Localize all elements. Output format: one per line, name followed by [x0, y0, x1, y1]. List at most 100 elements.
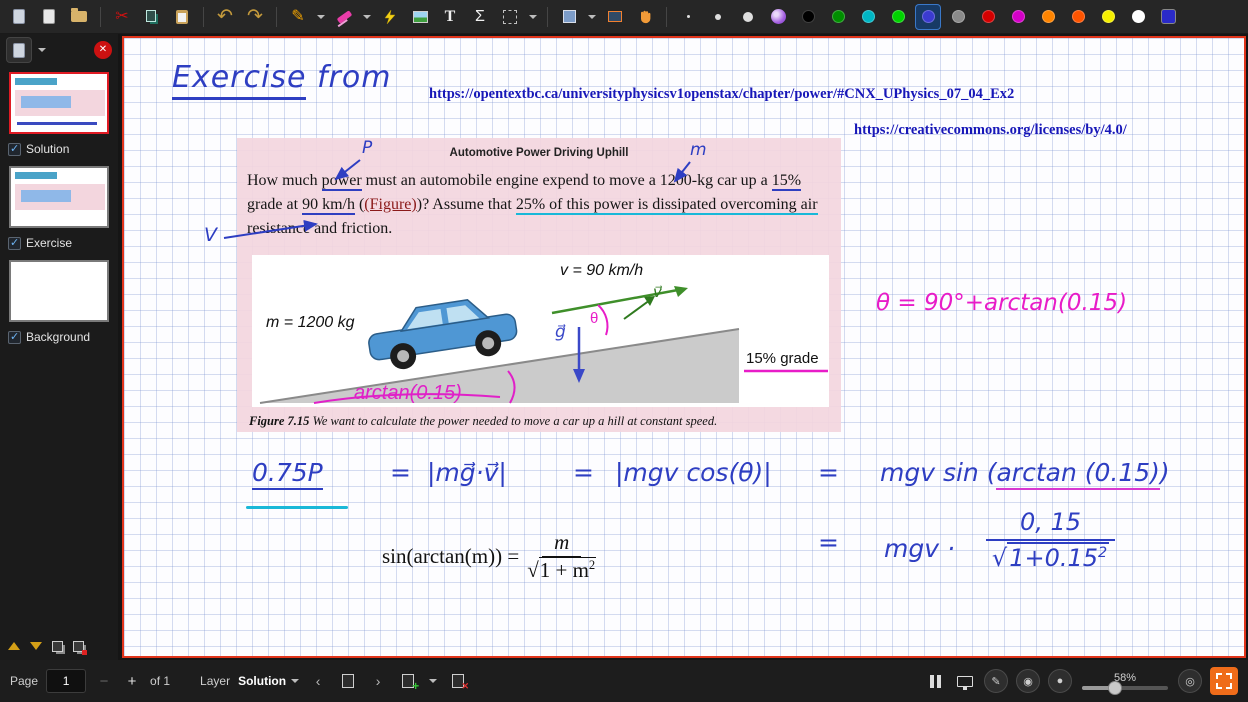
cut-button[interactable]: ✂ — [109, 4, 135, 30]
image-tool-button[interactable] — [407, 4, 433, 30]
fraction-numerator: 0, 15 — [986, 508, 1115, 541]
previous-layer-button[interactable]: ‹ — [307, 669, 329, 693]
duplicate-layer-button[interactable] — [52, 641, 63, 652]
palette-color-green[interactable] — [825, 4, 851, 30]
add-layer-button[interactable] — [397, 669, 419, 693]
pen-size-fine-button[interactable] — [675, 4, 701, 30]
tex-formula: sin(arctan(m)) = m √1 + m2 — [382, 530, 596, 583]
thumbnail-content — [21, 96, 71, 108]
custom-color-button[interactable] — [1155, 4, 1181, 30]
palette-color-orangered[interactable] — [1065, 4, 1091, 30]
quick-action-button-1[interactable]: ✎ — [984, 669, 1008, 693]
new-document-button[interactable] — [6, 4, 32, 30]
color-swatch — [982, 10, 995, 23]
shape-tool-button[interactable] — [556, 4, 582, 30]
sidebar-close-button[interactable]: ✕ — [94, 41, 112, 59]
palette-color-lightgreen[interactable] — [885, 4, 911, 30]
quick-action-button-2[interactable]: ◉ — [1016, 669, 1040, 693]
copy-button[interactable] — [139, 4, 165, 30]
math-lhs: 0.75P — [252, 458, 323, 490]
color-wheel-icon — [771, 9, 786, 24]
layer-checkbox-background[interactable] — [8, 331, 21, 344]
next-layer-button[interactable]: › — [367, 669, 389, 693]
color-swatch — [1042, 10, 1055, 23]
delete-layer-button[interactable] — [447, 669, 469, 693]
toolbar-separator — [276, 7, 277, 27]
highlighter-options-dropdown[interactable] — [361, 4, 373, 30]
pen-size-medium-button[interactable] — [705, 4, 731, 30]
new-document-icon — [13, 9, 25, 24]
presentation-mode-button[interactable] — [954, 669, 976, 693]
highlighter-tool-button[interactable] — [331, 4, 357, 30]
palette-color-yellow[interactable] — [1095, 4, 1121, 30]
palette-color-white[interactable] — [1125, 4, 1151, 30]
sidebar-mode-dropdown[interactable] — [36, 37, 48, 63]
sidebar-preview-mode-button[interactable] — [6, 37, 32, 63]
layer-selector[interactable]: Solution — [238, 674, 299, 688]
select-tool-button[interactable] — [497, 4, 523, 30]
chevron-down-icon — [317, 15, 325, 23]
sidebar: ✕ Solution Exercise — [0, 34, 118, 660]
preview-icon — [13, 43, 25, 58]
palette-color-red[interactable] — [975, 4, 1001, 30]
redo-icon: ↷ — [247, 7, 263, 26]
chevron-down-icon — [38, 48, 46, 56]
redo-button[interactable]: ↷ — [242, 4, 268, 30]
theta-equation: θ = 90°+arctan(0.15) — [876, 290, 1127, 316]
text-tool-icon: T — [445, 9, 456, 25]
layer-checkbox-exercise[interactable] — [8, 237, 21, 250]
move-layer-up-button[interactable] — [8, 636, 20, 650]
open-folder-button[interactable] — [66, 4, 92, 30]
open-document-button[interactable] — [36, 4, 62, 30]
annotation-m: m — [690, 140, 707, 160]
fraction-radicand: 1+0.15 — [1009, 544, 1098, 572]
text-tool-button[interactable]: T — [437, 4, 463, 30]
color-picker-button[interactable] — [765, 4, 791, 30]
quick-action-button-3[interactable]: ● — [1048, 669, 1072, 693]
pen-options-dropdown[interactable] — [315, 4, 327, 30]
add-layer-dropdown[interactable] — [427, 668, 439, 694]
eraser-tool-button[interactable] — [377, 4, 403, 30]
page-number-input[interactable]: 1 — [46, 669, 86, 693]
layer-doc-icon — [402, 674, 414, 688]
page-thumbnail-exercise[interactable] — [9, 166, 109, 228]
page-thumbnail-background[interactable] — [9, 260, 109, 322]
paste-button[interactable] — [169, 4, 195, 30]
palette-color-magenta[interactable] — [1005, 4, 1031, 30]
page-increment-button[interactable]: + — [122, 670, 142, 692]
palette-color-blue-selected[interactable] — [915, 4, 941, 30]
layer-checkbox-solution[interactable] — [8, 143, 21, 156]
quick-action-button-4[interactable]: ◎ — [1178, 669, 1202, 693]
app-window: ✂ ↶ ↷ ✎ T Σ — [0, 0, 1248, 702]
layer-row-solution: Solution — [0, 138, 118, 160]
dual-page-view-button[interactable] — [924, 669, 946, 693]
move-layer-down-button[interactable] — [30, 642, 42, 656]
pen-tool-button[interactable]: ✎ — [285, 4, 311, 30]
palette-color-orange[interactable] — [1035, 4, 1061, 30]
shape-options-dropdown[interactable] — [586, 4, 598, 30]
undo-button[interactable]: ↶ — [212, 4, 238, 30]
select-options-dropdown[interactable] — [527, 4, 539, 30]
zoom-slider[interactable] — [1082, 686, 1168, 690]
palette-color-gray[interactable] — [945, 4, 971, 30]
tex-tool-button[interactable]: Σ — [467, 4, 493, 30]
fraction-denominator: √1+0.152 — [992, 541, 1109, 572]
page-thumbnail-solution[interactable] — [9, 72, 109, 134]
screenshot-tool-button[interactable] — [602, 4, 628, 30]
merge-layer-button[interactable] — [73, 641, 84, 652]
tex-lhs: sin(arctan(m)) = — [382, 544, 519, 569]
page-decrement-button[interactable]: − — [94, 670, 114, 692]
hand-tool-button[interactable] — [632, 4, 658, 30]
document-icon — [43, 9, 55, 24]
palette-color-cyan[interactable] — [855, 4, 881, 30]
expand-arrows-icon — [1216, 673, 1232, 689]
document-canvas[interactable]: Exercise from https://opentextbc.ca/univ… — [122, 36, 1246, 658]
fullscreen-button[interactable] — [1210, 667, 1238, 695]
pen-size-thick-button[interactable] — [735, 4, 761, 30]
toolbar-separator — [203, 7, 204, 27]
layer-thumbnail-button[interactable] — [337, 669, 359, 693]
color-swatch — [952, 10, 965, 23]
palette-color-black[interactable] — [795, 4, 821, 30]
color-swatch — [892, 10, 905, 23]
zoom-slider-handle[interactable] — [1108, 681, 1122, 695]
